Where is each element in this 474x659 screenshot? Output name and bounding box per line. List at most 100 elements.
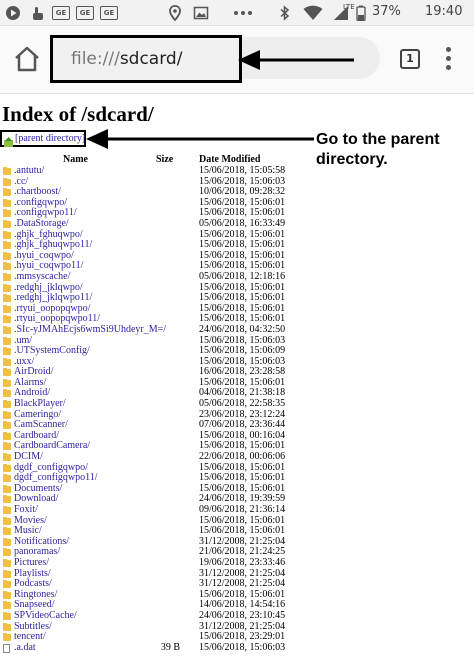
entry-date: 24/06/2018, 23:10:45: [199, 609, 286, 621]
more-dots-icon: [232, 5, 254, 21]
up-arrow-icon: [4, 134, 13, 147]
battery-percent: 37%: [372, 4, 401, 19]
overflow-menu-icon[interactable]: [446, 47, 452, 71]
url-scheme: file:///: [71, 49, 120, 69]
folder-icon: [3, 251, 11, 260]
folder-icon: [3, 325, 11, 334]
file-icon: [3, 643, 10, 653]
entry-name-link[interactable]: Pictures/: [14, 557, 49, 569]
list-item[interactable]: .a.dat 39 B 15/06/2018, 15:06:03: [0, 641, 474, 654]
wifi-icon: [303, 5, 323, 21]
tab-switcher-button[interactable]: 1: [400, 49, 420, 69]
home-icon[interactable]: [12, 44, 42, 74]
directory-listing: .antutu/15/06/2018, 15:05:58 .cc/15/06/20…: [0, 165, 474, 654]
folder-icon: [3, 463, 11, 472]
annotation-text: Go to the parent directory.: [316, 131, 440, 168]
list-item[interactable]: SPVideoCache/24/06/2018, 23:10:45: [0, 609, 474, 622]
url-text: file:///sdcard/: [71, 49, 182, 69]
folder-icon: [3, 453, 11, 462]
list-item[interactable]: .antutu/15/06/2018, 15:05:58: [0, 165, 474, 177]
list-item[interactable]: .SIc-yJMAhEcjs6wmSi9Uhdeyr_M=/ 24/06/2018…: [0, 323, 474, 336]
folder-icon: [3, 548, 11, 557]
entry-name-link[interactable]: .SIc-yJMAhEcjs6wmSi9Uhdeyr_M=/: [14, 324, 166, 336]
entry-date: 15/06/2018, 15:06:03: [199, 641, 286, 653]
folder-icon: [3, 378, 11, 387]
folder-icon: [3, 622, 11, 631]
column-header-name[interactable]: Name: [63, 154, 88, 165]
parent-arrow: [86, 129, 314, 149]
list-item[interactable]: .mmsyscache/05/06/2018, 12:18:16: [0, 270, 474, 283]
folder-icon: [3, 272, 11, 281]
column-header-size[interactable]: Size: [156, 154, 173, 165]
url-path: sdcard/: [119, 49, 183, 69]
folder-icon: [3, 315, 11, 324]
parent-directory-link[interactable]: [parent directory]: [0, 130, 86, 147]
list-item[interactable]: .DataStorage/05/06/2018, 16:33:49: [0, 217, 474, 230]
entry-name-link[interactable]: SPVideoCache/: [14, 610, 77, 622]
entry-date: 24/06/2018, 04:32:50: [199, 323, 286, 335]
address-arrow: [238, 50, 354, 70]
folder-icon: [3, 188, 11, 197]
folder-icon: [3, 558, 11, 567]
folder-icon: [3, 294, 11, 303]
folder-icon: [3, 611, 11, 620]
folder-icon: [3, 474, 11, 483]
folder-icon: [3, 241, 11, 250]
entry-name-link[interactable]: .mmsyscache/: [14, 271, 70, 283]
folder-icon: [3, 357, 11, 366]
address-bar[interactable]: file:///sdcard/: [50, 35, 242, 83]
folder-icon: [3, 336, 11, 345]
touch-icon: [30, 5, 46, 21]
folder-icon: [3, 389, 11, 398]
column-header-date[interactable]: Date Modified: [199, 154, 260, 165]
folder-icon: [3, 431, 11, 440]
entry-date: 15/06/2018, 15:05:58: [199, 165, 286, 176]
clock: 19:40: [425, 4, 463, 19]
page-title: Index of /sdcard/: [2, 102, 154, 126]
ge-badge-icon: GE: [76, 6, 94, 20]
folder-icon: [3, 484, 11, 493]
folder-icon: [3, 442, 11, 451]
entry-date: 05/06/2018, 12:18:16: [199, 270, 286, 282]
folder-icon: [3, 177, 11, 186]
battery-icon: [356, 5, 366, 22]
signal-icon: [333, 5, 349, 21]
image-icon: [193, 5, 209, 21]
folder-icon: [3, 527, 11, 536]
folder-icon: [3, 590, 11, 599]
entry-name-link[interactable]: .DataStorage/: [14, 218, 69, 230]
entry-name-link[interactable]: .antutu/: [14, 165, 44, 177]
entry-date: 09/06/2018, 21:36:14: [199, 504, 286, 515]
folder-icon: [3, 347, 11, 356]
folder-icon: [3, 262, 11, 271]
folder-icon: [3, 400, 11, 409]
folder-icon: [3, 410, 11, 419]
folder-icon: [3, 283, 11, 292]
folder-icon: [3, 368, 11, 377]
entry-date: 19/06/2018, 23:33:46: [199, 556, 286, 568]
folder-icon: [3, 537, 11, 546]
list-item[interactable]: Foxit/09/06/2018, 21:36:14: [0, 504, 474, 516]
entry-name-link[interactable]: .a.dat: [14, 642, 36, 654]
bluetooth-icon: [277, 5, 293, 21]
folder-icon: [3, 569, 11, 578]
folder-icon: [3, 580, 11, 589]
folder-icon: [3, 167, 11, 175]
folder-icon: [3, 198, 11, 207]
folder-icon: [3, 219, 11, 228]
list-item[interactable]: Pictures/19/06/2018, 23:33:46: [0, 556, 474, 569]
entry-date: 05/06/2018, 16:33:49: [199, 217, 286, 229]
entry-size: 39 B: [160, 641, 180, 653]
folder-icon: [3, 495, 11, 504]
status-bar: GE GE GE LTE 37% 19:40: [0, 0, 474, 26]
folder-icon: [3, 633, 11, 642]
ge-badge-icon: GE: [100, 6, 118, 20]
folder-icon: [3, 506, 11, 514]
ge-badge-icon: GE: [52, 6, 70, 20]
play-icon: [5, 5, 21, 21]
folder-icon: [3, 209, 11, 218]
entry-name-link[interactable]: Foxit/: [14, 504, 38, 516]
folder-icon: [3, 304, 11, 313]
folder-icon: [3, 421, 11, 430]
location-icon: [167, 5, 183, 22]
